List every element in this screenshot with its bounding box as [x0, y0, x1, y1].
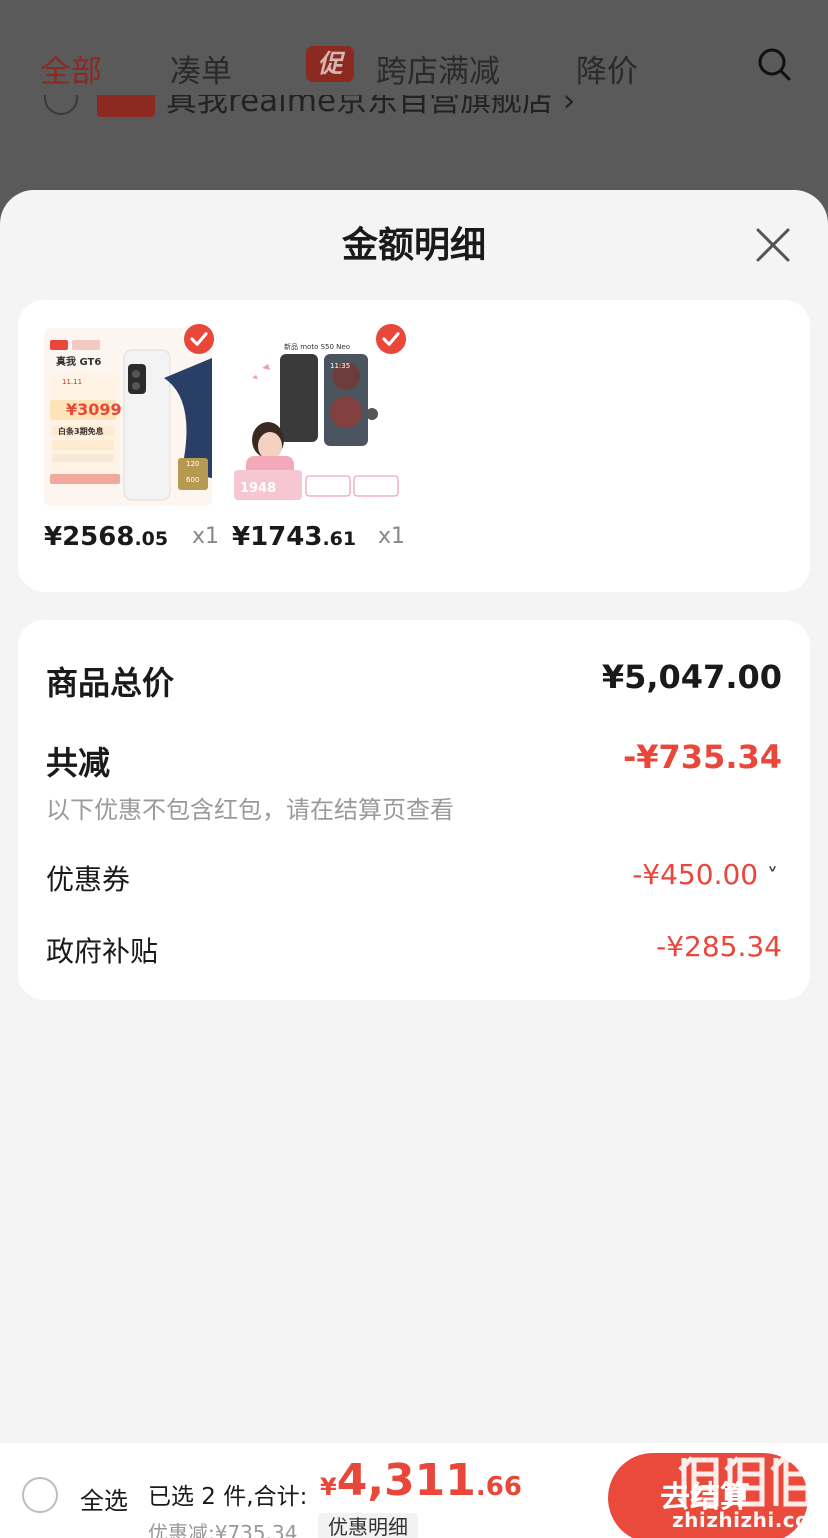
- product-image-moto-s50-neo[interactable]: 新品 moto S50 Neo 11:35 1948: [232, 328, 400, 506]
- promo-badge-text: 120: [186, 460, 200, 468]
- selected-count: 已选 2 件,合计:: [148, 1484, 308, 1510]
- store-radio[interactable]: [44, 95, 78, 115]
- product-price: ¥2568.05: [44, 522, 169, 552]
- price-summary-card: 商品总价 ¥5,047.00 共减 -¥735.34 以下优惠不包含红包，请在结…: [18, 620, 810, 1000]
- promo-badge: 促: [306, 46, 354, 82]
- tab-all[interactable]: 全部: [40, 46, 102, 91]
- watermark-text: zhizhizhi.com: [672, 1508, 828, 1532]
- discount-detail-link[interactable]: 优惠明细: [318, 1513, 418, 1538]
- total-reduce-value: -¥735.34: [622, 738, 782, 776]
- self-operated-tag: [97, 95, 155, 117]
- tab-price-drop[interactable]: 降价: [576, 46, 638, 91]
- subsidy-label: 政府补贴: [46, 935, 159, 968]
- total-reduce-label: 共减: [46, 744, 111, 782]
- store-name[interactable]: 真我realme京东自营旗舰店 ›: [166, 95, 575, 120]
- total-amount: ¥4,311.66: [320, 1455, 522, 1506]
- product-qty: x1: [192, 524, 220, 549]
- promo-brand-text: 新品 moto S50 Neo: [284, 343, 350, 351]
- check-icon[interactable]: [374, 322, 408, 356]
- total-price-value: ¥5,047.00: [601, 658, 782, 696]
- products-card: 真我 GT6 11.11 ¥3099 白条3期免息 120 600 ¥2568.…: [18, 300, 810, 592]
- search-icon[interactable]: [756, 46, 792, 82]
- promo-tag-text: 11.11: [62, 378, 83, 386]
- total-price-label: 商品总价: [46, 664, 175, 702]
- close-icon[interactable]: [752, 224, 794, 266]
- chevron-right-icon: ›: [562, 95, 576, 119]
- check-icon[interactable]: [182, 322, 216, 356]
- select-all-radio[interactable]: [22, 1477, 58, 1513]
- background-store-row: 真我realme京东自营旗舰店 ›: [0, 95, 828, 125]
- discount-amount: 优惠减:¥735.34: [148, 1521, 298, 1538]
- reduce-note: 以下优惠不包含红包，请在结算页查看: [46, 796, 454, 824]
- promo-price-text: 1948: [240, 481, 277, 496]
- promo-price-text: ¥3099: [66, 400, 122, 419]
- amount-detail-sheet: 金额明细 真我 GT6 11.11 ¥3099 白条3期免息 120 600 ¥…: [0, 190, 828, 1538]
- promo-badge2-text: 600: [186, 476, 200, 484]
- promo-brand-text: 真我 GT6: [56, 357, 102, 368]
- tab-bundle[interactable]: 凑单: [170, 46, 232, 91]
- sheet-title: 金额明细: [341, 225, 486, 266]
- product-price: ¥1743.61: [232, 522, 357, 552]
- coupon-value[interactable]: -¥450.00 ˅: [632, 858, 778, 891]
- chevron-down-icon[interactable]: ˅: [767, 865, 778, 890]
- product-qty: x1: [378, 524, 406, 549]
- coupon-label: 优惠券: [46, 863, 131, 896]
- subsidy-value: -¥285.34: [656, 930, 782, 963]
- promo-time-text: 11:35: [330, 362, 351, 370]
- select-all-label[interactable]: 全选: [80, 1481, 128, 1516]
- product-image-realme-gt6[interactable]: 真我 GT6 11.11 ¥3099 白条3期免息 120 600: [44, 328, 212, 506]
- tab-cross-store[interactable]: 跨店满减: [376, 46, 500, 91]
- promo-line-text: 白条3期免息: [58, 427, 104, 436]
